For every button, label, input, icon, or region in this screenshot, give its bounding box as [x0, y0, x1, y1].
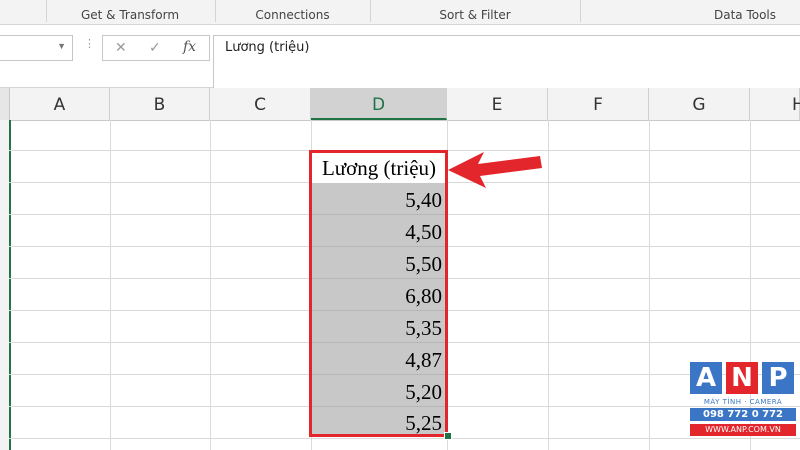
column-header-a[interactable]: A	[10, 88, 110, 120]
ribbon-group-get-transform: Get & Transform	[80, 8, 180, 22]
cell-d-value[interactable]: 5,50	[311, 247, 447, 279]
logo-letter: P	[762, 362, 794, 394]
column-header-h[interactable]: H	[750, 88, 800, 120]
cell-d-value[interactable]: 5,25	[311, 407, 447, 437]
row-headers	[0, 120, 11, 450]
column-header-f[interactable]: F	[548, 88, 649, 120]
fill-handle[interactable]	[444, 432, 452, 440]
logo-letter: A	[690, 362, 722, 394]
enter-icon[interactable]: ✓	[149, 39, 161, 56]
gridline	[210, 120, 211, 450]
gridline	[110, 120, 111, 450]
formula-buttons: ✕ ✓ fx	[102, 35, 210, 61]
gridline	[548, 120, 549, 450]
ribbon-group-sort-filter: Sort & Filter	[439, 8, 511, 22]
logo-phone: 098 772 0 772	[690, 408, 796, 421]
column-header-e[interactable]: E	[447, 88, 548, 120]
ribbon-group-labels: Get & Transform Connections Sort & Filte…	[0, 0, 800, 25]
logo-tagline: MÁY TÍNH · CAMERA	[703, 398, 783, 406]
cell-d-value[interactable]: 5,35	[311, 311, 447, 343]
ribbon-group-data-tools: Data Tools	[713, 8, 777, 22]
cell-d-value[interactable]: 6,80	[311, 279, 447, 311]
gridline	[649, 120, 650, 450]
gridline	[9, 438, 800, 439]
column-header-g[interactable]: G	[649, 88, 750, 120]
more-options-icon[interactable]: ⋮	[84, 37, 95, 50]
cell-d-value[interactable]: 5,40	[311, 183, 447, 215]
cell-d-value[interactable]: 5,20	[311, 375, 447, 407]
ribbon-separator	[370, 0, 371, 22]
ribbon-group-connections: Connections	[255, 8, 330, 22]
insert-function-icon[interactable]: fx	[183, 39, 196, 55]
column-header-b[interactable]: B	[110, 88, 210, 120]
logo-letter: N	[726, 362, 758, 394]
formula-bar: ▼ ⋮ ✕ ✓ fx Lương (triệu)	[0, 25, 800, 88]
ribbon-separator	[46, 0, 47, 22]
logo-letters: A N P	[688, 362, 798, 396]
logo-url: WWW.ANP.COM.VN	[690, 424, 796, 436]
select-all-corner[interactable]	[0, 88, 10, 120]
anp-watermark-logo: A N P MÁY TÍNH · CAMERA 098 772 0 772 WW…	[688, 362, 798, 440]
formula-content: Lương (triệu)	[225, 40, 310, 55]
ribbon-separator	[580, 0, 581, 22]
ribbon-separator	[215, 0, 216, 22]
column-header-c[interactable]: C	[210, 88, 311, 120]
cell-d-value[interactable]: 4,50	[311, 215, 447, 247]
cell-d-header[interactable]: Lương (triệu)	[311, 151, 447, 183]
chevron-down-icon[interactable]: ▼	[57, 41, 66, 51]
red-arrow-icon	[448, 152, 542, 188]
formula-input[interactable]: Lương (triệu)	[213, 35, 800, 88]
column-headers: A B C D E F G H	[0, 88, 800, 121]
name-box[interactable]: ▼	[0, 35, 73, 61]
cell-d-value[interactable]: 4,87	[311, 343, 447, 375]
column-header-d[interactable]: D	[311, 88, 447, 120]
cancel-icon[interactable]: ✕	[115, 39, 127, 56]
